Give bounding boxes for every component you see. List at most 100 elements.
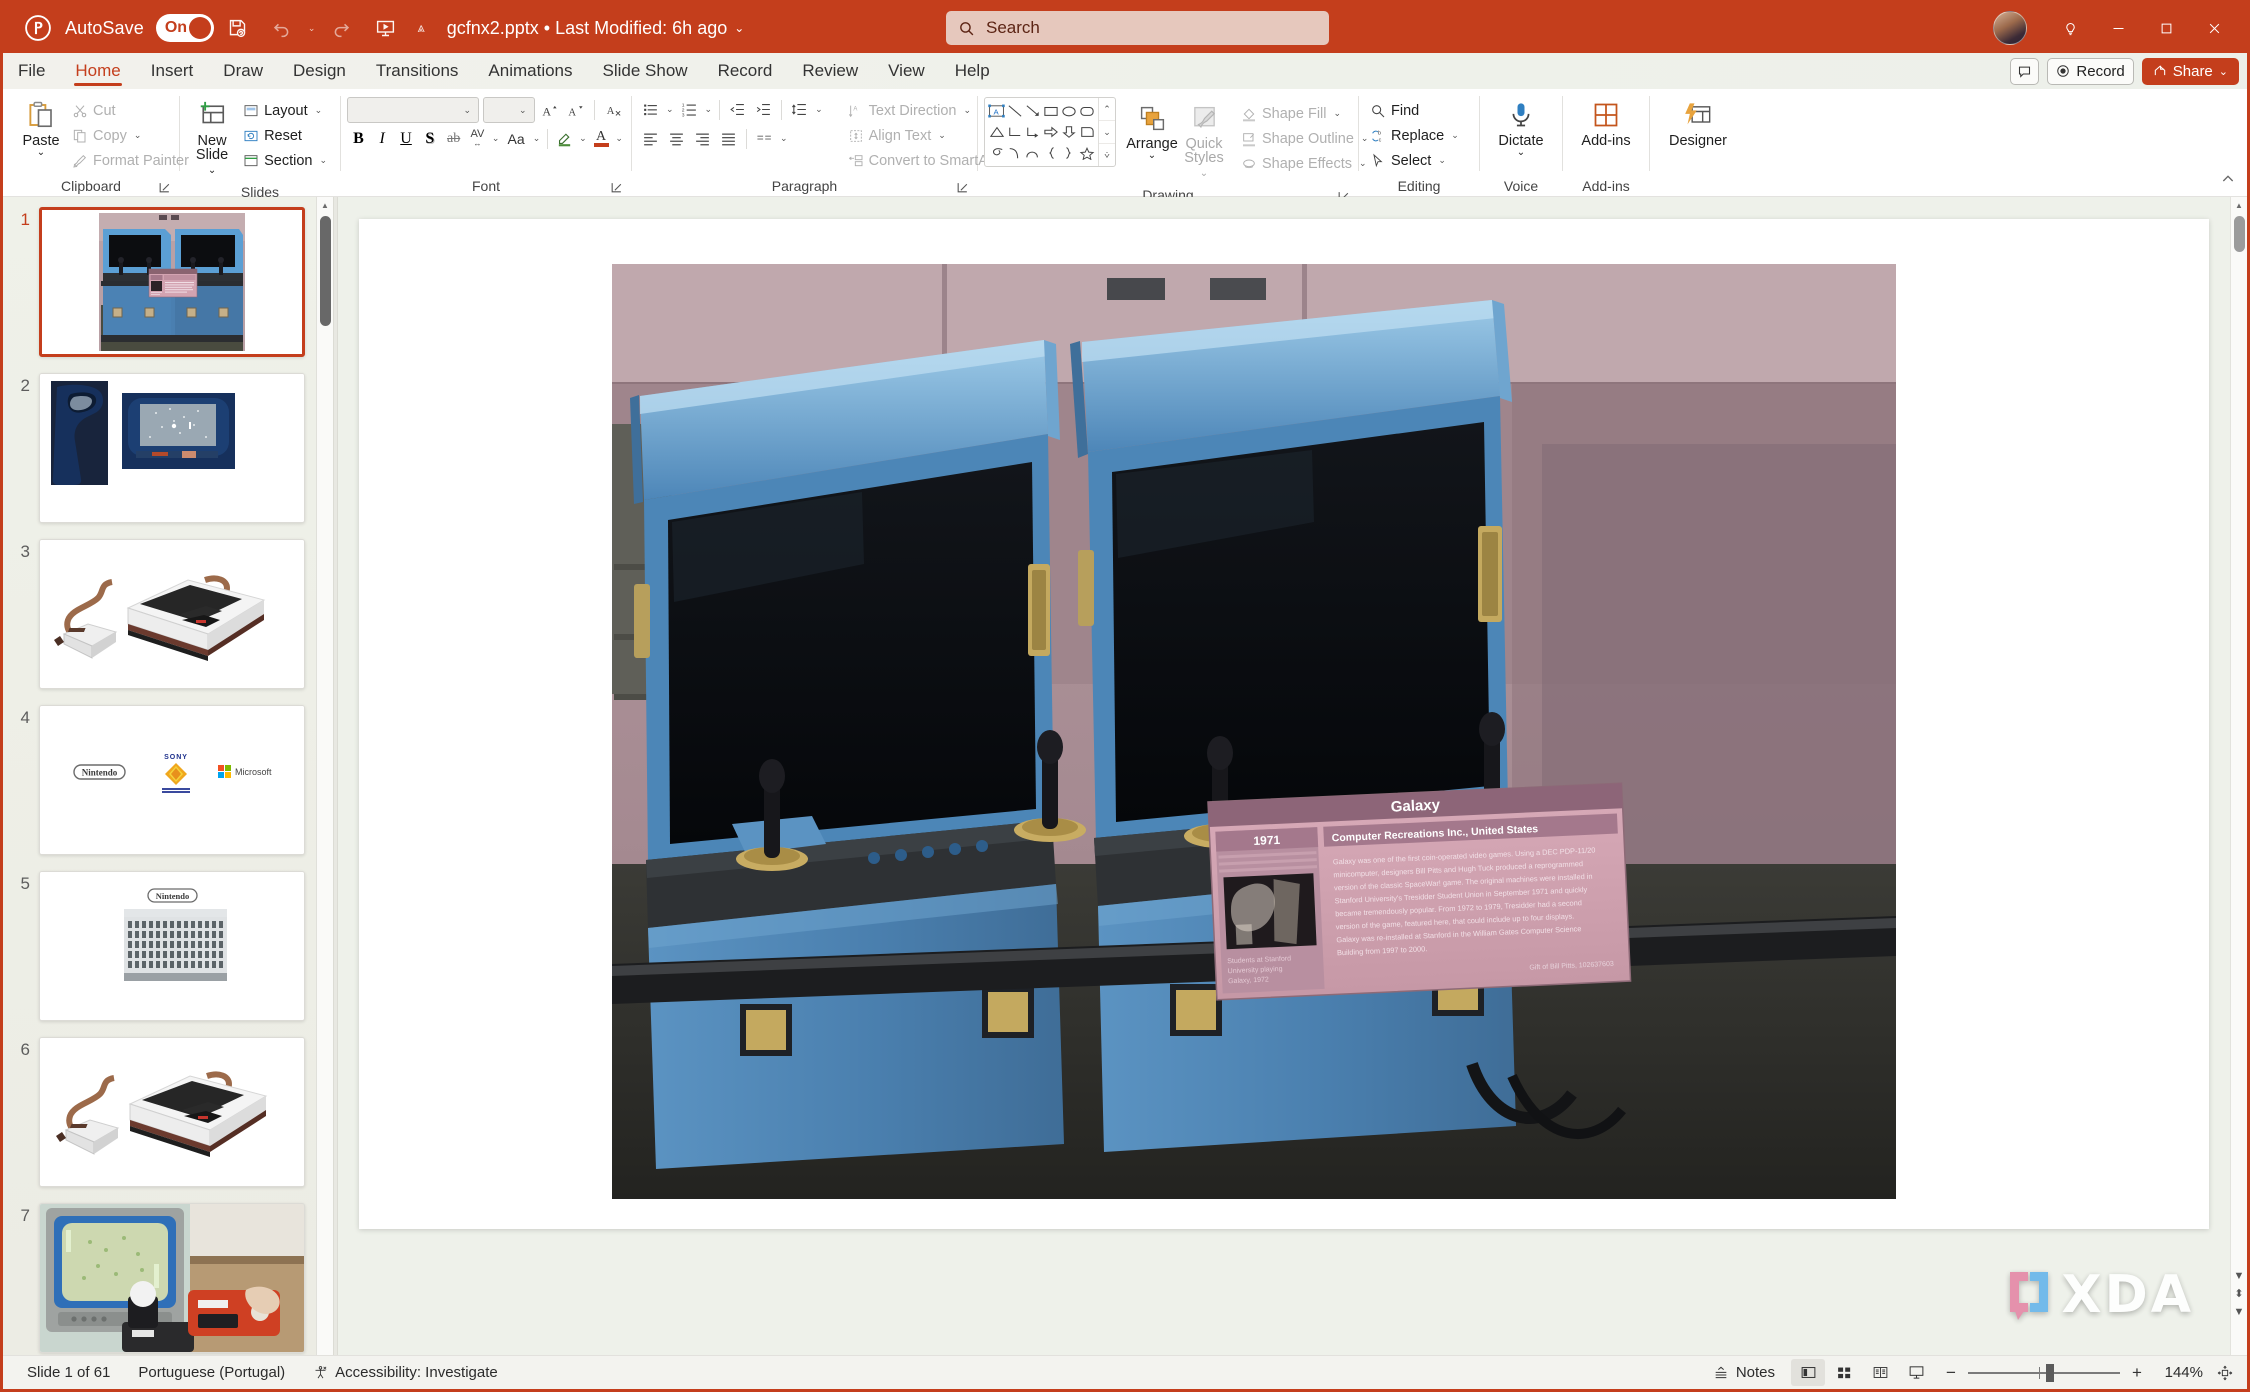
reset-button[interactable]: Reset [238, 123, 334, 148]
shape-star[interactable] [1078, 143, 1096, 164]
slide-counter[interactable]: Slide 1 of 61 [13, 1359, 124, 1387]
thumbnail-scroll-thumb[interactable] [320, 216, 331, 326]
language-indicator[interactable]: Portuguese (Portugal) [124, 1359, 299, 1387]
format-painter-button[interactable]: Format Painter [67, 148, 194, 173]
paragraph-dialog-launcher[interactable] [956, 179, 969, 193]
scroll-up-button[interactable]: ▲ [2231, 197, 2247, 214]
change-case-dropdown-icon[interactable]: ⌄ [531, 133, 543, 144]
tab-record[interactable]: Record [703, 53, 788, 89]
slide-thumbnail-1[interactable] [39, 207, 305, 357]
shape-oval[interactable] [1060, 100, 1078, 121]
align-left-button[interactable] [638, 126, 663, 151]
tab-slide-show[interactable]: Slide Show [588, 53, 703, 89]
copy-dropdown-icon[interactable]: ⌄ [132, 130, 144, 141]
shape-line[interactable] [1006, 100, 1024, 121]
shape-fill-button[interactable]: Shape Fill ⌄ [1236, 101, 1375, 126]
zoom-in-button[interactable]: + [2130, 1363, 2144, 1383]
tab-view[interactable]: View [873, 53, 940, 89]
font-size-combo[interactable]: ⌄ [483, 97, 535, 123]
arrange-button[interactable]: Arrange ⌄ [1126, 97, 1178, 164]
quick-styles-button[interactable]: Quick Styles ⌄ [1178, 97, 1230, 185]
slide-thumbnail-4[interactable]: Nintendo SONY Microsoft [39, 705, 305, 855]
increase-indent-button[interactable] [751, 97, 776, 122]
character-spacing-button[interactable]: AV ↔ [466, 126, 489, 151]
line-spacing-dropdown-icon[interactable]: ⌄ [813, 104, 825, 115]
tab-help[interactable]: Help [940, 53, 1005, 89]
designer-button[interactable]: Designer [1662, 94, 1734, 152]
clipboard-dialog-launcher[interactable] [158, 179, 171, 193]
shape-elbow-arrow-connector[interactable] [1024, 121, 1042, 142]
slide-thumbnail-item[interactable]: 3 [3, 539, 316, 689]
text-direction-dropdown-icon[interactable]: ⌄ [961, 105, 973, 116]
scroll-thumb[interactable] [2234, 216, 2245, 252]
shape-fill-dropdown-icon[interactable]: ⌄ [1331, 108, 1343, 119]
shape-arrow[interactable] [1024, 100, 1042, 121]
shape-textbox[interactable]: A [987, 100, 1006, 121]
zoom-handle[interactable] [2046, 1363, 2054, 1382]
autosave-toggle[interactable]: On [155, 14, 214, 42]
text-shadow-button[interactable]: S [418, 126, 441, 151]
bold-button[interactable]: B [347, 126, 370, 151]
tab-draw[interactable]: Draw [208, 53, 278, 89]
shapes-scroll-down[interactable]: ⌄ [1099, 121, 1115, 144]
slide-thumbnail-item[interactable]: 7 [3, 1203, 316, 1353]
minimize-button[interactable] [2095, 5, 2141, 51]
slide-sorter-view-button[interactable] [1827, 1359, 1861, 1386]
section-button[interactable]: Section ⌄ [238, 148, 334, 173]
bullets-dropdown-icon[interactable]: ⌄ [664, 104, 676, 115]
font-dialog-launcher[interactable] [610, 179, 623, 193]
slide-thumbnail-item[interactable]: 6 [3, 1037, 316, 1187]
shape-left-brace[interactable] [1042, 143, 1060, 164]
undo-dropdown-icon[interactable]: ⌄ [306, 23, 318, 34]
cut-button[interactable]: Cut [67, 98, 194, 123]
underline-button[interactable]: U [395, 126, 418, 151]
shape-scribble[interactable] [987, 143, 1006, 164]
share-button[interactable]: Share ⌄ [2141, 57, 2239, 85]
slide-show-button[interactable] [1899, 1359, 1933, 1386]
layout-dropdown-icon[interactable]: ⌄ [313, 105, 325, 116]
redo-icon[interactable] [323, 10, 359, 46]
justify-button[interactable] [716, 126, 741, 151]
strikethrough-button[interactable]: ab [442, 126, 465, 151]
shape-down-arrow[interactable] [1060, 121, 1078, 142]
undo-icon[interactable] [264, 10, 300, 46]
slide-thumbnail-2[interactable] [39, 373, 305, 523]
decrease-font-size-button[interactable]: A [564, 98, 586, 123]
layout-button[interactable]: Layout ⌄ [238, 98, 334, 123]
align-text-dropdown-icon[interactable]: ⌄ [936, 130, 948, 141]
next-slide-button[interactable]: ▼ [2234, 1307, 2245, 1318]
bullets-button[interactable] [638, 97, 663, 122]
file-name-button[interactable]: gcfnx2.pptx • Last Modified: 6h ago ⌄ [447, 18, 745, 39]
tab-file[interactable]: File [3, 53, 60, 89]
shape-right-brace[interactable] [1060, 143, 1078, 164]
dictate-button[interactable]: Dictate ⌄ [1491, 94, 1550, 161]
increase-font-size-button[interactable]: A [539, 98, 561, 123]
arrange-dropdown-icon[interactable]: ⌄ [1148, 151, 1156, 161]
shape-elbow-connector[interactable] [1006, 121, 1024, 142]
section-dropdown-icon[interactable]: ⌄ [317, 155, 329, 166]
search-box[interactable]: Search [946, 11, 1329, 45]
shapes-more[interactable]: ⩒ [1099, 144, 1115, 166]
zoom-track[interactable] [1968, 1363, 2120, 1382]
slide-thumbnail-item[interactable]: 1 [3, 207, 316, 357]
numbering-dropdown-icon[interactable]: ⌄ [703, 104, 715, 115]
font-name-combo[interactable]: ⌄ [347, 97, 479, 123]
slide-position-button[interactable]: ⬍ [2234, 1289, 2243, 1300]
shapes-gallery[interactable]: A ⌃ ⌄ ⩒ [984, 97, 1116, 167]
tab-home[interactable]: Home [60, 53, 135, 89]
shape-outline-button[interactable]: Shape Outline ⌄ [1236, 126, 1375, 151]
shape-effects-button[interactable]: Shape Effects ⌄ [1236, 151, 1375, 176]
tab-design[interactable]: Design [278, 53, 361, 89]
shape-curve[interactable] [1006, 143, 1024, 164]
previous-slide-button[interactable]: ▼ [2234, 1271, 2245, 1282]
text-highlight-color-button[interactable] [553, 126, 576, 151]
slide-thumbnail-item[interactable]: 4 Nintendo SONY Microsoft [3, 705, 316, 855]
accessibility-status[interactable]: Accessibility: Investigate [299, 1359, 512, 1387]
current-slide[interactable]: Galaxy 1971 Students at Stanford Univers… [359, 219, 2209, 1229]
italic-button[interactable]: I [371, 126, 394, 151]
slide-thumbnail-list[interactable]: 1 2 3 4 Nintendo SONY Microsoft 5 Ninten… [3, 197, 316, 1355]
shape-right-arrow[interactable] [1042, 121, 1060, 142]
slide-editing-area[interactable]: Galaxy 1971 Students at Stanford Univers… [338, 197, 2230, 1355]
slide-thumbnail-6[interactable] [39, 1037, 305, 1187]
font-color-button[interactable]: A [590, 126, 613, 151]
